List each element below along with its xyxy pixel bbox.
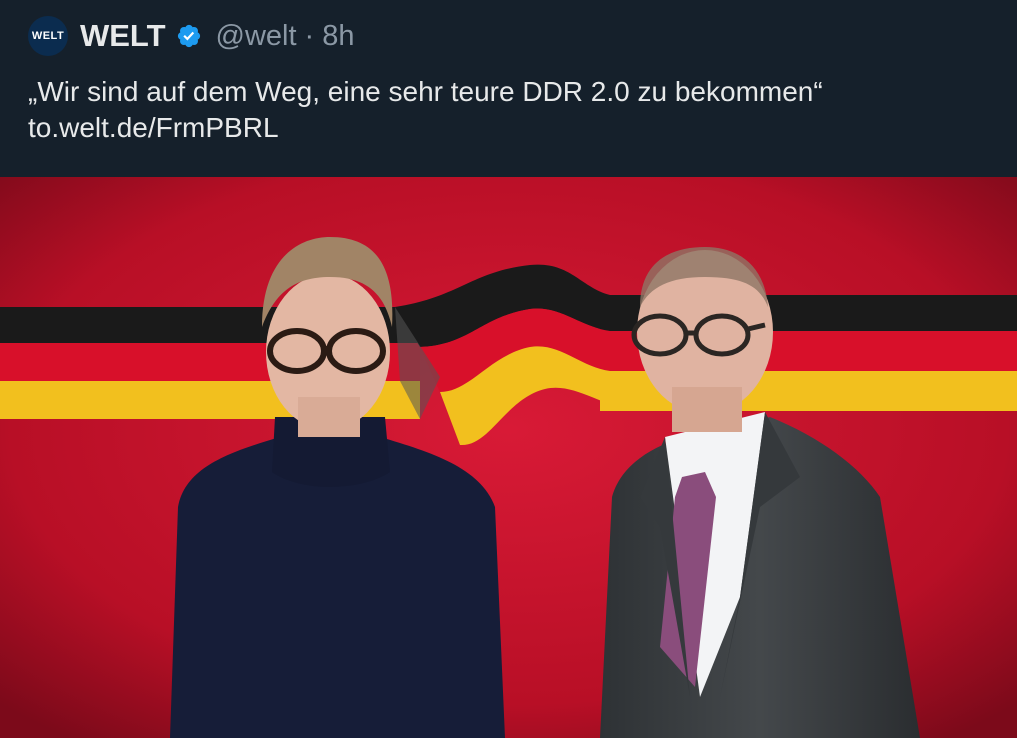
tweet-header: WELT WELT @welt · 8h <box>28 14 354 58</box>
tweet-text: „Wir sind auf dem Weg, eine sehr teure D… <box>28 74 988 146</box>
verified-badge-icon <box>177 24 200 48</box>
avatar[interactable]: WELT <box>28 16 68 56</box>
tweet-quote: „Wir sind auf dem Weg, eine sehr teure D… <box>28 76 823 107</box>
tweet-link[interactable]: to.welt.de/FrmPBRL <box>28 110 988 146</box>
account-handle[interactable]: @welt <box>216 20 297 53</box>
tweet-media-image[interactable] <box>0 177 1017 738</box>
media-illustration <box>0 177 1017 738</box>
timestamp[interactable]: 8h <box>322 20 354 53</box>
separator-dot: · <box>304 19 315 52</box>
account-name[interactable]: WELT <box>80 18 166 54</box>
